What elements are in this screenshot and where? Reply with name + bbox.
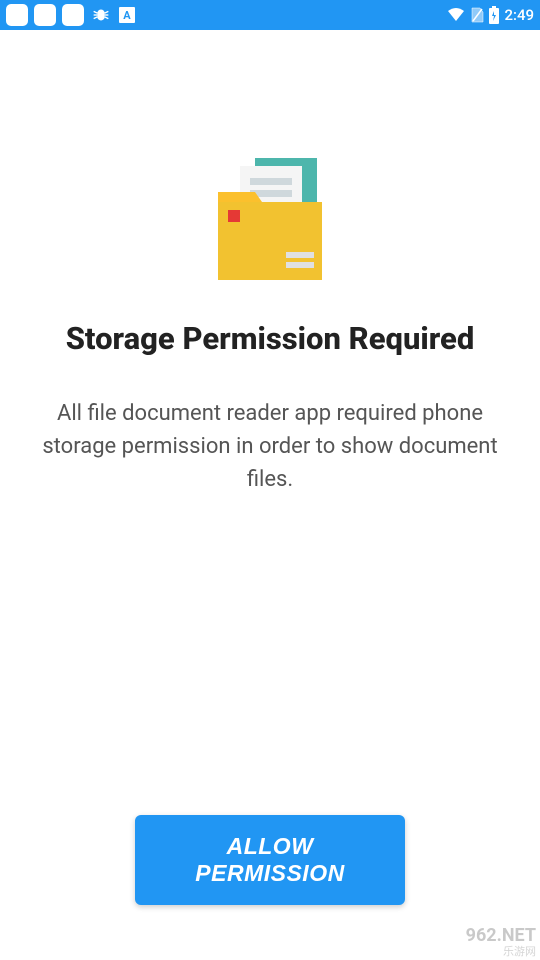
notification-icon	[34, 4, 56, 26]
status-time: 2:49	[504, 6, 534, 24]
status-right-group: 2:49	[446, 5, 534, 25]
watermark: 962.NET 乐游网	[462, 924, 540, 960]
status-left-group: A	[6, 4, 136, 26]
sim-icon	[470, 6, 484, 24]
notification-icon	[6, 4, 28, 26]
notification-icon	[62, 4, 84, 26]
watermark-domain: 962.NET	[466, 926, 536, 946]
svg-text:A: A	[123, 9, 131, 22]
battery-charging-icon	[488, 5, 500, 25]
main-content: Storage Permission Required All file doc…	[0, 30, 540, 496]
watermark-tagline: 乐游网	[466, 946, 536, 958]
page-title: Storage Permission Required	[66, 320, 475, 357]
label-a-icon: A	[118, 6, 136, 24]
wifi-icon	[446, 7, 466, 23]
status-bar: A 2:49	[0, 0, 540, 30]
bug-icon	[90, 4, 112, 26]
allow-permission-button[interactable]: ALLOW PERMISSION	[135, 815, 405, 905]
permission-description: All file document reader app required ph…	[30, 397, 510, 496]
folder-document-icon	[200, 150, 340, 290]
